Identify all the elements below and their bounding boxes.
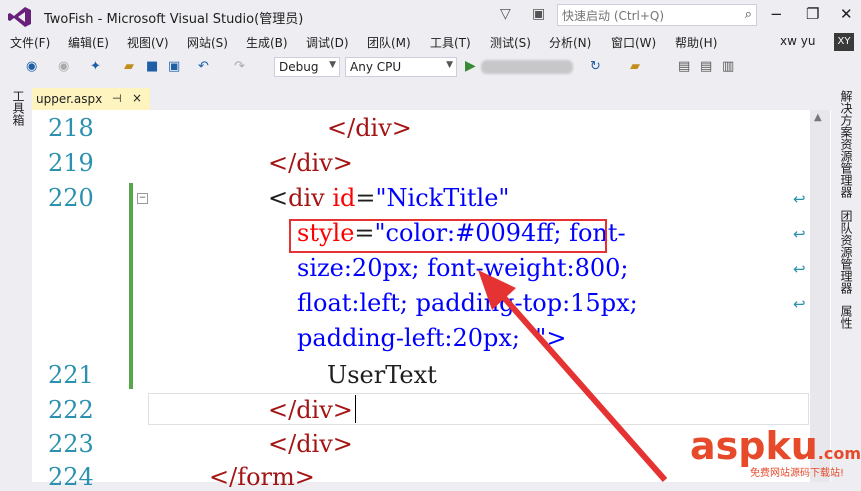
line-number: 222 bbox=[48, 396, 94, 424]
annotation-arrow-icon bbox=[478, 270, 668, 482]
platform-select[interactable]: Any CPU ▼ bbox=[345, 57, 457, 77]
uncomment-icon[interactable]: ▤ bbox=[700, 59, 712, 74]
visual-studio-logo-icon bbox=[8, 7, 31, 27]
menu-team[interactable]: 团队(M) bbox=[367, 34, 411, 51]
title-bar: TwoFish - Microsoft Visual Studio(管理员) ▽… bbox=[0, 0, 861, 32]
scroll-up-icon[interactable]: ▲ bbox=[814, 112, 822, 123]
menu-build[interactable]: 生成(B) bbox=[246, 34, 288, 51]
line-number: 221 bbox=[48, 361, 94, 389]
code-token: = bbox=[355, 184, 376, 212]
quick-launch-input[interactable] bbox=[558, 6, 736, 26]
menu-debug[interactable]: 调试(D) bbox=[306, 34, 349, 51]
redo-icon[interactable]: ↷ bbox=[234, 59, 245, 74]
configuration-select[interactable]: Debug ▼ bbox=[274, 57, 340, 77]
code-line-223: </div> bbox=[268, 430, 353, 458]
text-cursor bbox=[355, 395, 356, 423]
avatar[interactable]: XY bbox=[834, 33, 854, 51]
menu-tools[interactable]: 工具(T) bbox=[430, 34, 471, 51]
left-tool-rail bbox=[0, 84, 32, 482]
restore-button[interactable]: ❐ bbox=[806, 5, 819, 23]
line-number: 219 bbox=[48, 149, 94, 177]
code-line-220: <div id="NickTitle" bbox=[268, 184, 509, 212]
code-line-222: </div> bbox=[268, 396, 353, 424]
watermark-subtitle: 免费网站源码下载站! bbox=[750, 468, 845, 479]
forward-icon[interactable]: ◉ bbox=[58, 59, 69, 74]
code-line-218: </div> bbox=[327, 114, 412, 142]
line-number: 218 bbox=[48, 114, 94, 142]
code-line-221: UserText bbox=[327, 361, 437, 389]
search-icon[interactable]: ⌕ bbox=[745, 7, 752, 22]
word-wrap-icon: ↩ bbox=[793, 225, 806, 243]
open-folder-icon[interactable]: ▰ bbox=[124, 59, 134, 74]
menu-website[interactable]: 网站(S) bbox=[187, 34, 228, 51]
new-project-icon[interactable]: ✦ bbox=[90, 59, 101, 74]
close-button[interactable]: ✕ bbox=[840, 5, 853, 23]
properties-tab[interactable]: 属性 bbox=[838, 305, 855, 329]
line-number: 224 bbox=[48, 463, 94, 491]
word-wrap-icon: ↩ bbox=[793, 190, 806, 208]
close-icon[interactable]: × bbox=[132, 91, 142, 105]
quick-launch-box[interactable]: ⌕ bbox=[557, 4, 757, 26]
undo-icon[interactable]: ↶ bbox=[198, 59, 209, 74]
tab-label: upper.aspx bbox=[36, 92, 103, 106]
save-icon[interactable]: ■ bbox=[146, 59, 158, 74]
minimize-button[interactable]: − bbox=[770, 5, 783, 23]
bookmark-icon[interactable]: ▥ bbox=[722, 59, 734, 74]
code-line-219: </div> bbox=[268, 149, 353, 177]
menu-bar: 文件(F) 编辑(E) 视图(V) 网站(S) 生成(B) 调试(D) 团队(M… bbox=[0, 32, 861, 52]
highlight-box bbox=[289, 219, 607, 253]
pin-icon[interactable]: ⊣ bbox=[112, 92, 122, 105]
window-title: TwoFish - Microsoft Visual Studio(管理员) bbox=[44, 12, 304, 27]
word-wrap-icon: ↩ bbox=[793, 295, 806, 313]
code-token: div bbox=[288, 184, 325, 212]
solution-explorer-tab[interactable]: 解决方案资源管理器 bbox=[838, 90, 855, 198]
menu-help[interactable]: 帮助(H) bbox=[675, 34, 717, 51]
line-number: 220 bbox=[48, 184, 94, 212]
configuration-value: Debug bbox=[279, 60, 319, 74]
refresh-icon[interactable]: ↻ bbox=[590, 59, 601, 74]
menu-window[interactable]: 窗口(W) bbox=[611, 34, 656, 51]
code-token: id bbox=[332, 184, 356, 212]
menu-edit[interactable]: 编辑(E) bbox=[68, 34, 109, 51]
find-in-files-icon[interactable]: ▰ bbox=[630, 59, 640, 74]
notification-icon[interactable]: ▣ bbox=[532, 6, 545, 22]
menu-view[interactable]: 视图(V) bbox=[127, 34, 169, 51]
code-line-224: </form> bbox=[209, 463, 315, 491]
code-token: "NickTitle" bbox=[375, 184, 510, 212]
back-icon[interactable]: ◉ bbox=[26, 59, 37, 74]
filter-icon[interactable]: ▽ bbox=[500, 6, 511, 22]
standard-toolbar: ◉ ◉ ✦ ▰ ■ ▣ ↶ ↷ Debug ▼ Any CPU ▼ ↻ ▰ ▤ … bbox=[0, 53, 861, 81]
code-token: < bbox=[268, 184, 289, 212]
collapse-toggle-icon[interactable]: − bbox=[137, 193, 148, 204]
change-indicator bbox=[129, 183, 133, 389]
save-all-icon[interactable]: ▣ bbox=[168, 59, 180, 74]
toolbox-tab[interactable]: 工具箱 bbox=[10, 90, 27, 126]
chevron-down-icon: ▼ bbox=[446, 60, 453, 70]
start-debug-icon[interactable]: ▶ bbox=[465, 58, 476, 74]
document-tab-strip bbox=[32, 84, 832, 110]
user-name[interactable]: xw yu bbox=[780, 34, 815, 48]
menu-analyze[interactable]: 分析(N) bbox=[549, 34, 591, 51]
menu-file[interactable]: 文件(F) bbox=[10, 34, 50, 51]
menu-test[interactable]: 测试(S) bbox=[490, 34, 531, 51]
tab-upper-aspx[interactable]: upper.aspx ⊣ × bbox=[32, 88, 150, 110]
watermark-logo: aspku.com bbox=[690, 424, 861, 468]
word-wrap-icon: ↩ bbox=[793, 260, 806, 278]
platform-value: Any CPU bbox=[350, 60, 402, 74]
browser-target-select[interactable] bbox=[481, 60, 573, 74]
team-explorer-tab[interactable]: 团队资源管理器 bbox=[838, 210, 855, 294]
chevron-down-icon: ▼ bbox=[329, 60, 336, 70]
line-number: 223 bbox=[48, 430, 94, 458]
comment-icon[interactable]: ▤ bbox=[678, 59, 690, 74]
